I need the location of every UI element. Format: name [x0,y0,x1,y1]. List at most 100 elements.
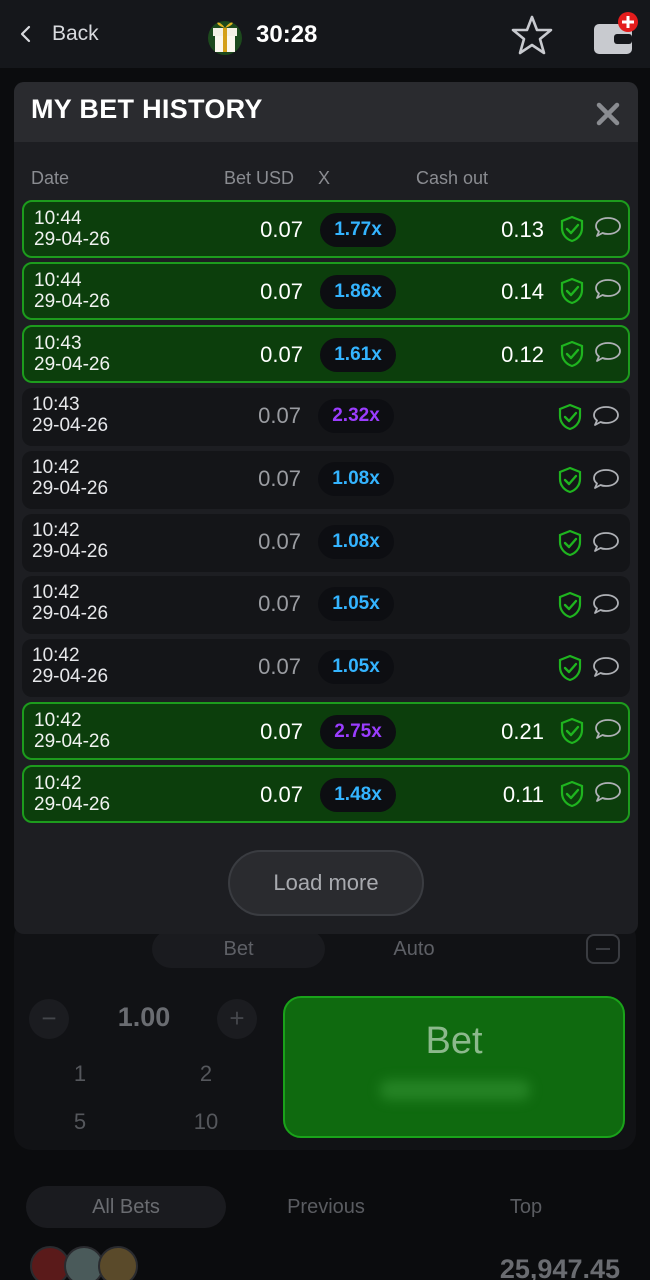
bet-date: 29-04-26 [32,541,109,562]
multiplier-badge: 1.05x [318,587,394,621]
cashout-cell: 0.14 [501,279,544,304]
chat-bubble-icon[interactable] [592,592,620,616]
provably-fair-shield-icon[interactable] [559,780,585,808]
bet-history-row: 10:42 29-04-26 0.07 1.08x [22,451,630,509]
chat-bubble-icon[interactable] [594,717,622,741]
multiplier-badge: 1.05x [318,650,394,684]
bet-date: 29-04-26 [32,603,109,624]
cashout-cell: 0.13 [501,217,544,242]
bet-time: 10:44 [34,208,82,229]
chat-bubble-icon[interactable] [592,467,620,491]
cashout-cell: 0.12 [501,342,544,367]
increase-amount-button[interactable]: + [217,999,257,1039]
tab-previous[interactable]: Previous [226,1186,426,1228]
bet-date: 29-04-26 [34,354,111,375]
bet-datetime: 10:42 29-04-26 [32,582,108,624]
bet-amount-cell: 0.07 [258,403,301,428]
bet-datetime: 10:42 29-04-26 [34,710,110,752]
bet-amount-cell: 0.07 [258,466,301,491]
multiplier-badge: 1.08x [318,525,394,559]
bet-datetime: 10:42 29-04-26 [32,645,108,687]
bet-amount-cell: 0.07 [258,591,301,616]
bet-history-row: 10:42 29-04-26 0.07 1.48x 0.11 [22,765,630,823]
bet-history-row: 10:44 29-04-26 0.07 1.77x 0.13 [22,200,630,258]
chat-bubble-icon[interactable] [592,655,620,679]
bet-mode-tabs: Bet Auto [152,930,482,968]
bet-date: 29-04-26 [32,478,109,499]
multiplier-badge: 2.32x [318,399,394,433]
provably-fair-shield-icon[interactable] [559,215,585,243]
modal-title: MY BET HISTORY [31,94,263,124]
multiplier-badge: 2.75x [320,715,396,749]
bet-amount-cell: 0.07 [260,217,303,242]
bet-history-row: 10:42 29-04-26 0.07 1.05x [22,639,630,697]
column-date: Date [31,168,70,188]
provably-fair-shield-icon[interactable] [559,340,585,368]
bet-history-row: 10:43 29-04-26 0.07 2.32x [22,388,630,446]
bet-datetime: 10:42 29-04-26 [32,457,108,499]
provably-fair-shield-icon[interactable] [559,717,585,745]
bet-history-row: 10:42 29-04-26 0.07 1.08x [22,514,630,572]
bet-history-row: 10:43 29-04-26 0.07 1.61x 0.12 [22,325,630,383]
back-label: Back [52,22,99,45]
tab-all-bets[interactable]: All Bets [26,1186,226,1228]
provably-fair-shield-icon[interactable] [557,529,583,557]
chat-bubble-icon[interactable] [592,530,620,554]
bet-amount-cell: 0.07 [260,342,303,367]
bet-history-row: 10:42 29-04-26 0.07 2.75x 0.21 [22,702,630,760]
bonus-timer[interactable]: 30:28 [204,14,317,56]
bet-datetime: 10:44 29-04-26 [34,270,110,312]
chat-bubble-icon[interactable] [594,780,622,804]
chat-bubble-icon[interactable] [594,277,622,301]
place-bet-button[interactable]: Bet [283,996,625,1138]
bet-time: 10:44 [34,270,82,291]
provably-fair-shield-icon[interactable] [557,654,583,682]
chat-bubble-icon[interactable] [594,215,622,239]
chat-bubble-icon[interactable] [594,340,622,364]
bet-date: 29-04-26 [32,415,109,436]
quick-amount-button[interactable]: 1 [21,1052,139,1096]
column-multiplier: X [318,168,331,188]
multiplier-badge: 1.61x [320,338,396,372]
bet-date: 29-04-26 [34,229,111,250]
collapse-panel-icon[interactable] [586,934,620,964]
back-button[interactable]: Back [18,18,99,50]
bet-amount[interactable]: 1.00 [96,1002,192,1033]
quick-amount-button[interactable]: 5 [21,1100,139,1144]
player-avatars [30,1246,140,1280]
bet-date: 29-04-26 [34,794,111,815]
tab-bet[interactable]: Bet [152,930,325,968]
provably-fair-shield-icon[interactable] [557,466,583,494]
load-more-button[interactable]: Load more [228,850,424,916]
bet-datetime: 10:43 29-04-26 [32,394,108,436]
bet-date: 29-04-26 [34,731,111,752]
provably-fair-shield-icon[interactable] [557,403,583,431]
bet-history-modal: MY BET HISTORY Date Bet USD X Cash out 1… [14,82,638,934]
bet-amount-cell: 0.07 [260,719,303,744]
tab-auto[interactable]: Auto [329,930,499,968]
provably-fair-shield-icon[interactable] [559,277,585,305]
provably-fair-shield-icon[interactable] [557,591,583,619]
bet-time: 10:42 [32,582,80,603]
bet-amount-cell: 0.07 [260,782,303,807]
star-icon[interactable] [510,14,554,56]
quick-amount-button[interactable]: 2 [147,1052,265,1096]
place-bet-label: Bet [425,1020,483,1062]
bet-amount-cell: 0.07 [260,279,303,304]
cashout-cell: 0.11 [502,782,544,807]
cashout-cell: 0.21 [501,719,544,744]
top-bar: Back 30:28 [0,0,650,68]
chat-bubble-icon[interactable] [592,404,620,428]
bet-time: 10:42 [34,773,82,794]
close-icon[interactable] [594,100,622,128]
column-bet: Bet USD [224,168,295,188]
wallet-icon[interactable] [590,12,640,56]
quick-amount-button[interactable]: 10 [147,1100,265,1144]
bets-list-tabs: All Bets Previous Top [26,1186,626,1228]
decrease-amount-button[interactable]: − [29,999,69,1039]
bet-time: 10:42 [34,710,82,731]
bet-datetime: 10:42 29-04-26 [32,520,108,562]
chevron-left-icon [20,25,31,43]
bet-datetime: 10:43 29-04-26 [34,333,110,375]
tab-top[interactable]: Top [426,1186,626,1228]
